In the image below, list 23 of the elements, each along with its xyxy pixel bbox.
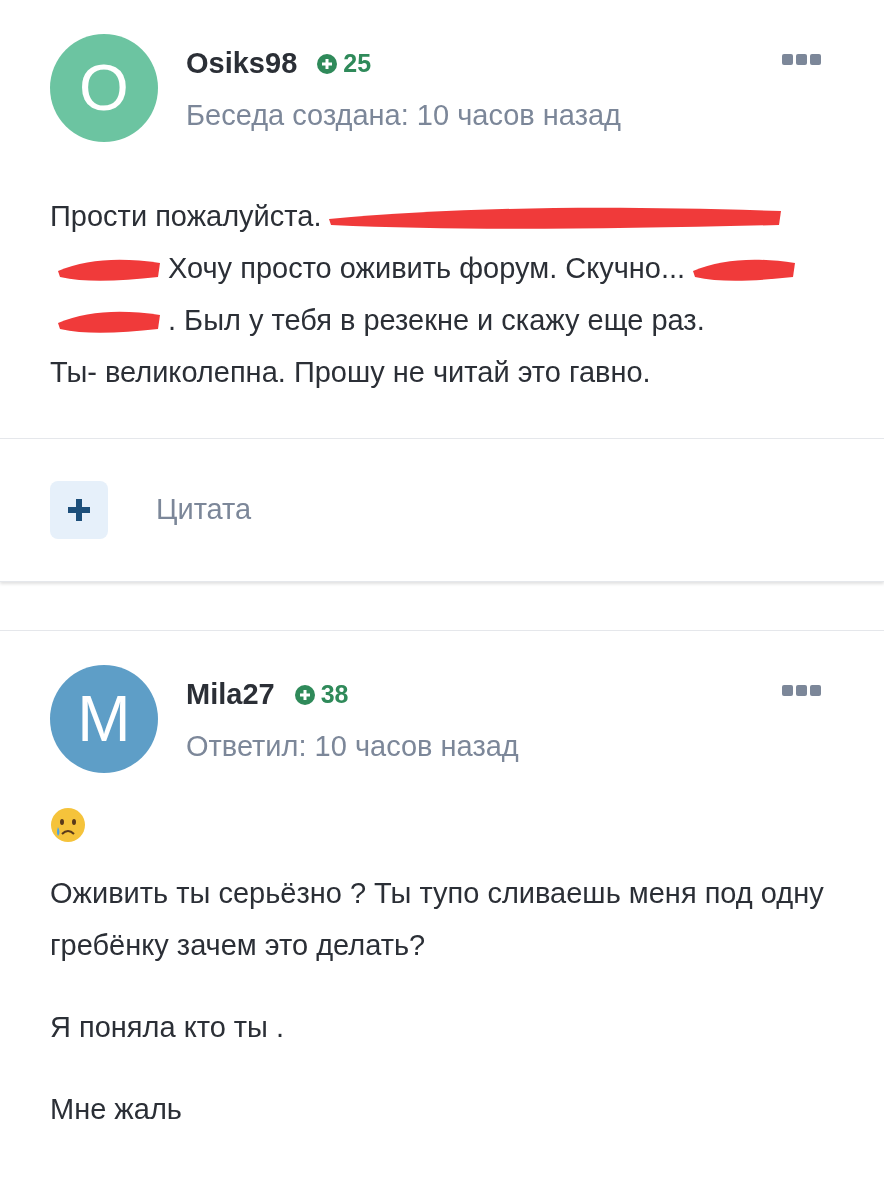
reputation-count: 25 [343, 48, 372, 79]
post-text: Прости пожалуйста. [50, 199, 322, 234]
crying-face-icon [50, 807, 86, 843]
post-paragraph: Я поняла кто ты . [50, 1010, 286, 1045]
post-meta: Ответил: 10 часов назад [186, 728, 520, 764]
post-paragraph: Оживить ты серьёзно ? Ты тупо сливаешь меня под одну гребёнку зачем это делать? [50, 876, 825, 963]
more-options-icon[interactable] [782, 54, 822, 66]
author-name[interactable]: Mila27 [186, 673, 275, 717]
avatar[interactable]: O [50, 34, 158, 142]
more-options-icon[interactable] [782, 685, 822, 697]
quote-label[interactable]: Цитата [156, 488, 252, 532]
post-paragraph: Мне жаль [50, 1092, 183, 1127]
add-quote-button[interactable] [50, 481, 108, 539]
post-text: Ты- великолепна. Прошу не читай это гавно. [50, 355, 651, 390]
author-name[interactable]: Osiks98 [186, 42, 298, 86]
plus-icon [68, 499, 90, 521]
post-text: Хочу просто оживить форум. Скучно... [168, 251, 686, 286]
plus-circle-icon [317, 53, 338, 74]
post-meta: Беседа создана: 10 часов назад [186, 97, 622, 133]
reputation-count: 38 [320, 679, 349, 710]
avatar[interactable]: M [50, 665, 158, 773]
plus-circle-icon [294, 684, 315, 705]
post-text: . Был у тебя в резекне и скажу еще раз. [168, 303, 705, 338]
